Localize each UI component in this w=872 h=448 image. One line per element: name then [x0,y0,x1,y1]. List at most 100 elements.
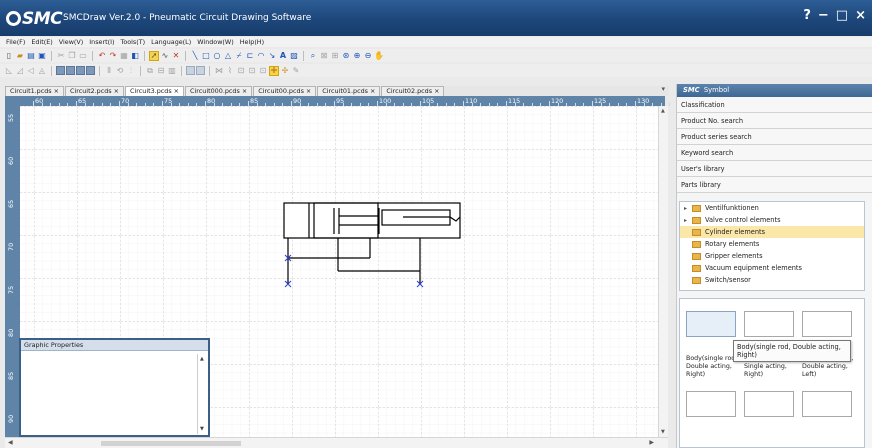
tab-circuit2[interactable]: Circuit2.pcds × [65,86,125,96]
snap-icon[interactable] [196,66,205,75]
tree-item-switch-sensor[interactable]: Switch/sensor [680,274,864,286]
tabs-overflow-icon[interactable]: ▾ [661,85,665,93]
menu-tools[interactable]: Tools(T) [121,38,146,46]
menu-insert[interactable]: Insert(I) [89,38,114,46]
graphic-properties-scrollbar[interactable]: ▲ ▼ [197,354,206,434]
rotate-icon[interactable]: ⟲ [115,66,125,76]
scroll-up-icon[interactable]: ▲ [661,108,665,114]
pan-zoom-icon[interactable]: ⊛ [341,51,351,61]
tab-circuit3[interactable]: Circuit3.pcds × [125,86,185,96]
print-icon[interactable]: ▤ [26,51,36,61]
maximize-button[interactable]: □ [836,8,848,23]
zoom-out-icon[interactable]: ⊖ [363,51,373,61]
scroll-down-icon[interactable]: ▼ [661,429,665,435]
plus-icon[interactable]: ✚ [269,65,279,76]
arrange-icon[interactable]: ⊟ [156,66,166,76]
open-folder-icon[interactable]: ▰ [15,51,25,61]
triangle-icon[interactable]: △ [223,51,233,61]
arc-icon[interactable]: ◠ [256,51,266,61]
symbol-thumbnail[interactable] [744,391,802,448]
tree-item-rotary-elements[interactable]: Rotary elements [680,238,864,250]
tab-circuit1[interactable]: Circuit1.pcds × [5,86,65,96]
scroll-down-icon[interactable]: ▼ [200,426,204,432]
canvas-horizontal-scrollbar[interactable]: ◀ ▶ [5,437,668,448]
scroll-left-icon[interactable]: ◀ [8,439,13,446]
redo-icon[interactable]: ↷ [108,51,118,61]
hand-icon[interactable]: ✋ [374,51,384,61]
zoom-in-icon[interactable]: ⊕ [352,51,362,61]
zoom-area-icon[interactable]: ⌕ [308,51,318,61]
port-icon[interactable]: ⊡ [236,66,246,76]
menu-language[interactable]: Language(L) [151,38,191,46]
scroll-up-icon[interactable]: ▲ [200,356,204,362]
bring-front-icon[interactable] [76,66,85,75]
tab-circuit01[interactable]: Circuit01.pcds × [317,86,381,96]
new-file-icon[interactable]: ▯ [4,51,14,61]
group-icon[interactable] [56,66,65,75]
rectangle-icon[interactable]: □ [201,51,211,61]
text-icon[interactable]: A [278,51,288,61]
crosshair-icon[interactable]: ⊡ [258,66,268,76]
section-classification[interactable]: Classification [677,97,872,113]
table-icon[interactable]: ▥ [167,66,177,76]
paste-icon[interactable]: ▭ [78,51,88,61]
canvas-vertical-scrollbar[interactable]: ▲ ▼ [658,106,668,437]
expand-arrow-icon[interactable]: ▸ [684,217,692,224]
menu-window[interactable]: Window(W) [197,38,234,46]
flip-icon[interactable]: ⫴ [104,66,114,76]
symbol-thumbnail[interactable] [802,391,860,448]
tab-circuit02[interactable]: Circuit02.pcds × [381,86,445,96]
image-icon[interactable]: ◧ [130,51,140,61]
ungroup-icon[interactable] [66,66,75,75]
tree-item-cylinder-elements[interactable]: Cylinder elements [680,226,864,238]
copy-icon[interactable]: ❐ [67,51,77,61]
polyline-icon[interactable]: ⌿ [234,51,244,61]
arrow-line-icon[interactable]: ↘ [267,51,277,61]
mirror-icon[interactable]: ⫶ [126,66,136,76]
zoom-all-icon[interactable]: ⊞ [330,51,340,61]
cut-icon[interactable]: ✂ [56,51,66,61]
menu-file[interactable]: File(F) [6,38,25,46]
section-parts-library[interactable]: Parts library [677,177,872,193]
ellipse-icon[interactable]: ○ [212,51,222,61]
section-product-series-search[interactable]: Product series search [677,129,872,145]
tab-circuit000[interactable]: Circuit000.pcds × [185,86,253,96]
expand-arrow-icon[interactable]: ▸ [684,205,692,212]
close-button[interactable]: × [855,8,866,23]
distribute-icon[interactable]: ◬ [37,66,47,76]
tree-item-ventilfunktionen[interactable]: ▸ Ventilfunktionen [680,202,864,214]
section-users-library[interactable]: User's library [677,161,872,177]
save-icon[interactable]: ▣ [37,51,47,61]
select-pointer-icon[interactable]: ➚ [149,50,159,61]
pencil-icon[interactable]: ✎ [291,66,301,76]
menu-edit[interactable]: Edit(E) [31,38,52,46]
grid-icon[interactable] [186,66,195,75]
section-product-no-search[interactable]: Product No. search [677,113,872,129]
help-button[interactable]: ? [803,8,811,23]
layer-icon[interactable]: ⧉ [145,66,155,76]
undo-icon[interactable]: ↶ [97,51,107,61]
minimize-button[interactable]: − [818,8,829,23]
tree-item-gripper-elements[interactable]: Gripper elements [680,250,864,262]
node-icon[interactable]: ∿ [160,51,170,61]
menu-view[interactable]: View(V) [59,38,84,46]
delete-icon[interactable]: ✕ [171,51,181,61]
align-center-icon[interactable]: ◿ [15,66,25,76]
align-left-icon[interactable]: ◺ [4,66,14,76]
scroll-thumb[interactable] [101,441,241,446]
send-back-icon[interactable] [86,66,95,75]
tree-item-vacuum-elements[interactable]: Vacuum equipment elements [680,262,864,274]
rounded-rect-icon[interactable]: ⊏ [245,51,255,61]
scroll-right-icon[interactable]: ▶ [649,439,654,446]
line-icon[interactable]: ╲ [190,51,200,61]
tree-item-valve-control[interactable]: ▸ Valve control elements [680,214,864,226]
image-insert-icon[interactable]: ▨ [289,51,299,61]
align-right-icon[interactable]: ◁ [26,66,36,76]
tab-circuit00[interactable]: Circuit00.pcds × [253,86,317,96]
properties-icon[interactable]: ▦ [119,51,129,61]
divider-icon[interactable]: ✢ [280,66,290,76]
wire-icon[interactable]: ⌇ [225,66,235,76]
bus-icon[interactable]: ⊡ [247,66,257,76]
fit-icon[interactable]: ⊠ [319,51,329,61]
menu-help[interactable]: Help(H) [240,38,264,46]
